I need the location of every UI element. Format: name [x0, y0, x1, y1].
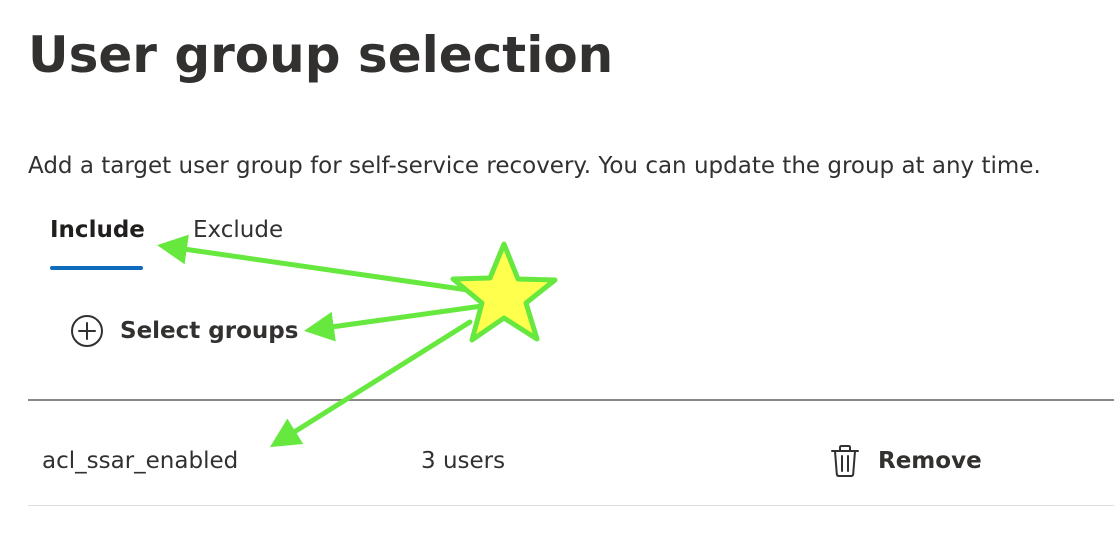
tab-include-label: Include — [50, 217, 145, 243]
add-circle-icon — [70, 314, 104, 348]
tab-list: Include Exclude — [50, 210, 350, 274]
remove-label: Remove — [878, 448, 982, 474]
table-row-divider — [28, 505, 1114, 506]
table-row: acl_ssar_enabled 3 users Remove — [28, 401, 1114, 505]
trash-icon — [828, 443, 862, 479]
page-description: Add a target user group for self-service… — [28, 153, 1041, 179]
group-name: acl_ssar_enabled — [42, 448, 239, 474]
page-title: User group selection — [28, 26, 614, 84]
tab-exclude-label: Exclude — [193, 217, 284, 243]
remove-button[interactable]: Remove — [828, 441, 982, 481]
annotation-star — [450, 241, 558, 343]
group-member-count: 3 users — [421, 448, 506, 474]
tab-selected-indicator — [50, 266, 143, 270]
select-groups-button[interactable]: Select groups — [70, 310, 298, 352]
tab-include[interactable]: Include — [50, 210, 145, 270]
tab-exclude[interactable]: Exclude — [193, 210, 283, 250]
annotation-arrow-select-groups — [304, 303, 485, 342]
select-groups-label: Select groups — [120, 318, 299, 344]
